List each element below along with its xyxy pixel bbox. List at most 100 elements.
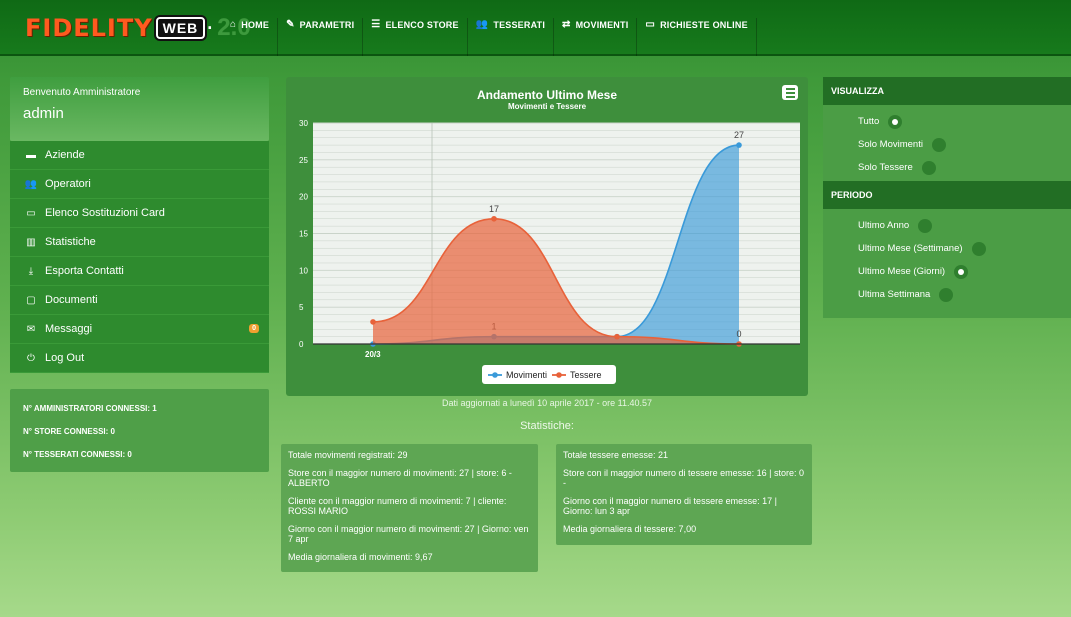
main-nav: ⌂ HOME ✎ PARAMETRI ☰ ELENCO STORE 👥 TESSERAT… — [222, 18, 757, 58]
nav-richieste-online[interactable]: ▭ RICHIESTE ONLINE — [637, 18, 757, 56]
laptop-icon: ▭ — [645, 19, 656, 30]
users-icon: 👥 — [24, 178, 38, 190]
logo[interactable]: FIDELITY WEB · 2.0 — [25, 11, 251, 45]
radio-button[interactable] — [918, 218, 933, 233]
option-ultima-settimana[interactable]: Ultima Settimana — [823, 283, 1071, 306]
welcome-text: Benvenuto Amministratore — [23, 87, 141, 98]
nav-label: PARAMETRI — [299, 20, 355, 30]
data-label: 17 — [489, 204, 499, 214]
home-icon: ⌂ — [230, 19, 237, 30]
update-timestamp: Dati aggiornati a lunedì 10 aprile 2017 … — [442, 398, 652, 408]
sidebar-item-messaggi[interactable]: ✉ Messaggi 0 — [10, 315, 269, 344]
sidebar-item-label: Log Out — [45, 352, 85, 364]
option-label: Ultimo Mese (Giorni) — [858, 266, 946, 277]
periodo-header: PERIODO — [823, 181, 1071, 209]
y-tick-label: 25 — [299, 156, 308, 165]
nav-elenco-store[interactable]: ☰ ELENCO STORE — [363, 18, 468, 56]
option-ultimo-mese-settimane[interactable]: Ultimo Mese (Settimane) — [823, 237, 1071, 260]
radio-button[interactable] — [939, 287, 954, 302]
sidebar-item-label: Messaggi — [45, 323, 93, 335]
visualizza-header: VISUALIZZA — [823, 77, 1071, 105]
radio-button[interactable] — [888, 114, 903, 129]
option-solo-tessere[interactable]: Solo Tessere — [823, 156, 1071, 179]
stats-title: Statistiche: — [520, 420, 574, 432]
exchange-icon: ⇄ — [562, 19, 571, 30]
option-ultimo-anno[interactable]: Ultimo Anno — [823, 214, 1071, 237]
option-label: Ultima Settimana — [858, 289, 931, 300]
logo-name: FIDELITY — [25, 14, 153, 42]
y-tick-label: 15 — [299, 230, 308, 239]
option-label: Tutto — [858, 116, 880, 127]
y-tick-label: 5 — [299, 303, 304, 312]
movimenti-stats-box: Totale movimenti registrati: 29 Store co… — [281, 444, 538, 572]
y-tick-label: 10 — [299, 266, 308, 275]
sidebar-item-label: Aziende — [45, 149, 85, 161]
x-tick-label: 20/3 — [365, 350, 381, 359]
sidebar-item-logout[interactable]: ⏻ Log Out — [10, 344, 269, 373]
radio-button[interactable] — [921, 160, 936, 175]
sidebar-item-label: Documenti — [45, 294, 98, 306]
top-navbar: FIDELITY WEB · 2.0 ⌂ HOME ✎ PARAMETRI ☰ ELE… — [0, 0, 1071, 56]
pencil-icon: ✎ — [286, 19, 295, 30]
connections-panel: N° AMMINISTRATORI CONNESSI: 1 N° STORE C… — [10, 389, 269, 472]
sidebar-item-esporta-contatti[interactable]: ⤓ Esporta Contatti — [10, 257, 269, 286]
download-icon: ⤓ — [28, 265, 34, 277]
tesserati-connected-count: N° TESSERATI CONNESSI: 0 — [23, 450, 132, 459]
messages-count-badge: 0 — [249, 324, 259, 333]
sidebar-item-documenti[interactable]: ▢ Documenti — [10, 286, 269, 315]
radio-button[interactable] — [931, 137, 946, 152]
stat-line: Totale movimenti registrati: 29 — [288, 450, 408, 460]
sidebar-item-operatori[interactable]: 👥 Operatori — [10, 170, 269, 199]
data-label: 0 — [736, 329, 741, 339]
card-icon: ▭ — [26, 207, 36, 219]
bar-chart-icon: ▥ — [26, 236, 36, 248]
list-icon: ☰ — [371, 19, 381, 30]
data-point — [370, 319, 376, 325]
radio-button[interactable] — [971, 241, 986, 256]
admin-connected-count: N° AMMINISTRATORI CONNESSI: 1 — [23, 404, 157, 413]
option-solo-movimenti[interactable]: Solo Movimenti — [823, 133, 1071, 156]
building-icon: ▬ — [26, 149, 36, 161]
logo-dot: · — [207, 17, 214, 38]
nav-movimenti[interactable]: ⇄ MOVIMENTI — [554, 18, 638, 56]
sidebar-menu: ▬ Aziende 👥 Operatori ▭ Elenco Sostituzioni… — [10, 141, 269, 373]
nav-label: HOME — [241, 20, 270, 30]
nav-parametri[interactable]: ✎ PARAMETRI — [278, 18, 364, 56]
radio-button[interactable] — [954, 264, 969, 279]
stat-line: Giorno con il maggior numero di tessere … — [563, 496, 777, 516]
option-ultimo-mese-giorni[interactable]: Ultimo Mese (Giorni) — [823, 260, 1071, 283]
sidebar-item-elenco-sostituzioni[interactable]: ▭ Elenco Sostituzioni Card — [10, 199, 269, 228]
chart-panel: 05101520253020/3127170MovimentiTessere A… — [286, 77, 808, 396]
sidebar-item-aziende[interactable]: ▬ Aziende — [10, 141, 269, 170]
option-label: Ultimo Mese (Settimane) — [858, 243, 963, 254]
option-label: Solo Movimenti — [858, 139, 923, 150]
stat-line: Media giornaliera di movimenti: 9,67 — [288, 552, 433, 562]
option-label: Solo Tessere — [858, 162, 913, 173]
y-tick-label: 0 — [299, 340, 304, 349]
sidebar-item-label: Esporta Contatti — [45, 265, 124, 277]
document-icon: ▢ — [26, 294, 36, 306]
option-tutto[interactable]: Tutto — [823, 110, 1071, 133]
option-label: Ultimo Anno — [858, 220, 910, 231]
filter-panel: VISUALIZZA Tutto Solo Movimenti Solo Tes… — [823, 77, 1071, 318]
legend-label: Tessere — [570, 370, 602, 380]
stat-line: Store con il maggior numero di tessere e… — [563, 468, 804, 488]
stat-line: Totale tessere emesse: 21 — [563, 450, 669, 460]
legend-marker — [556, 372, 562, 378]
welcome-panel: Benvenuto Amministratore admin — [10, 77, 269, 141]
sidebar-item-statistiche[interactable]: ▥ Statistiche — [10, 228, 269, 257]
chart-title: Andamento Ultimo Mese — [476, 88, 617, 102]
store-connected-count: N° STORE CONNESSI: 0 — [23, 427, 115, 436]
power-icon: ⏻ — [27, 352, 35, 364]
legend-marker — [492, 372, 498, 378]
chart-menu-button[interactable] — [782, 85, 798, 100]
nav-home[interactable]: ⌂ HOME — [222, 18, 279, 56]
stat-line: Store con il maggior numero di movimenti… — [288, 468, 512, 488]
data-point — [736, 142, 742, 148]
logo-badge: WEB — [155, 17, 206, 39]
y-tick-label: 20 — [299, 193, 308, 202]
username: admin — [23, 105, 64, 122]
nav-tesserati[interactable]: 👥 TESSERATI — [468, 18, 555, 56]
stat-line: Giorno con il maggior numero di moviment… — [288, 524, 529, 544]
y-tick-label: 30 — [299, 119, 308, 128]
